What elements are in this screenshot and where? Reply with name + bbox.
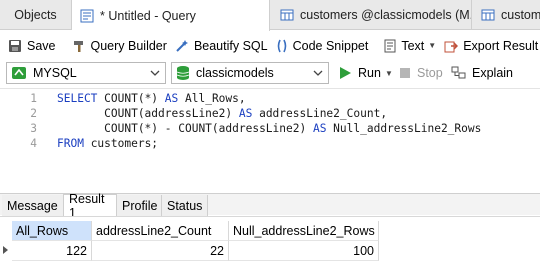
stop-label: Stop [417,66,443,80]
sql-text: addressLine2_Count, [252,107,388,120]
tab-untitled-query[interactable]: * Untitled - Query [72,0,270,31]
result-tabs: Message Result 1 Profile Status [0,192,540,220]
code-line: COUNT(addressLine2) AS addressLine2_Coun… [57,107,387,120]
code-snippet-label: Code Snippet [292,38,369,53]
tab-label: * Untitled - Query [100,8,196,23]
sql-text: customers; [83,137,159,150]
tab-strip: Objects * Untitled - Query customers @cl… [0,0,540,31]
line-number-gutter: 1 2 3 4 [0,89,40,190]
tab-objects[interactable]: Objects [0,0,72,30]
beautify-label: Beautify SQL [193,38,268,53]
sql-keyword: AS [164,92,179,105]
dropdown-caret-icon: ▼ [428,41,437,50]
line-number: 2 [30,107,37,120]
table-icon [280,9,294,21]
database-value: classicmodels [196,66,274,80]
query-toolbar: Save Query Builder Beautify SQL Code Sni… [0,31,540,60]
tab-label: custome [501,8,540,22]
sql-editor[interactable]: 1 2 3 4 SELECT COUNT(*) AS All_Rows, COU… [0,88,540,190]
run-label: Run [358,66,381,80]
table-cell[interactable]: 122 [12,241,92,261]
tab-message[interactable]: Message [2,195,64,216]
export-label: Export Result [463,38,539,53]
save-button[interactable]: Save [4,34,60,58]
dropdown-caret-icon: ▼ [384,68,393,78]
line-number: 3 [30,122,37,135]
tab-customers-table[interactable]: customers @classicmodels (M... [272,0,472,30]
mysql-connection-icon [12,67,26,79]
play-icon [340,67,351,79]
column-header-all-rows[interactable]: All_Rows [12,221,92,241]
text-label: Text [401,38,425,53]
database-select[interactable]: classicmodels [171,62,329,84]
sql-keyword: SELECT [57,92,98,105]
sql-keyword: AS [238,107,253,120]
magic-wand-icon [176,39,188,52]
result-grid: All_Rows addressLine2_Count Null_address… [0,216,540,262]
sql-text: COUNT(*) - COUNT(addressLine2) [57,122,313,135]
tab-customers-table-2[interactable]: custome [473,0,540,30]
stop-button[interactable]: Stop [400,63,443,83]
explain-icon [451,66,466,79]
connection-toolbar: MYSQL classicmodels Run ▼ Stop Explain [0,60,540,87]
save-icon [9,39,21,52]
query-builder-button[interactable]: Query Builder [68,34,171,58]
line-number: 4 [30,137,37,150]
stop-icon [400,68,410,78]
explain-button[interactable]: Explain [451,63,513,83]
sql-text: COUNT(addressLine2) [57,107,239,120]
line-number: 1 [30,92,37,105]
code-line: COUNT(*) - COUNT(addressLine2) AS Null_a… [57,122,481,135]
sql-text: All_Rows, [178,92,246,105]
text-document-icon [384,39,396,52]
current-row-indicator-icon [3,246,8,254]
run-button[interactable]: Run ▼ [338,63,393,83]
tab-status[interactable]: Status [162,195,208,216]
database-icon [176,66,190,80]
connection-value: MYSQL [33,66,77,80]
export-icon [444,41,459,52]
table-cell[interactable]: 100 [229,241,379,261]
query-icon [80,9,94,22]
chevron-down-icon [150,70,160,76]
chevron-down-icon [313,70,323,76]
export-result-button[interactable]: Export Result [440,34,540,58]
tab-label: customers @classicmodels (M... [300,8,472,22]
tab-result-1[interactable]: Result 1 [63,192,117,220]
beautify-sql-button[interactable]: Beautify SQL [171,34,272,58]
sql-keyword: FROM [57,137,84,150]
column-header-null-addressline2-rows[interactable]: Null_addressLine2_Rows [229,221,379,241]
code-line: FROM customers; [57,137,158,150]
table-icon [481,9,495,21]
explain-label: Explain [472,66,513,80]
hammer-icon [73,40,83,52]
save-label: Save [27,38,56,53]
sql-text: COUNT(*) [97,92,165,105]
query-builder-label: Query Builder [90,38,167,53]
text-output-button[interactable]: Text ▼ [380,34,440,58]
column-header-addressline2-count[interactable]: addressLine2_Count [92,221,229,241]
table-cell[interactable]: 22 [92,241,229,261]
sql-keyword: AS [312,122,327,135]
tab-profile[interactable]: Profile [117,195,162,216]
tab-label: Objects [14,8,57,22]
connection-select[interactable]: MYSQL [6,62,166,84]
sql-text: Null_addressLine2_Rows [326,122,482,135]
code-line: SELECT COUNT(*) AS All_Rows, [57,92,246,105]
code-snippet-button[interactable]: Code Snippet [272,34,373,58]
brackets-icon [277,39,286,52]
